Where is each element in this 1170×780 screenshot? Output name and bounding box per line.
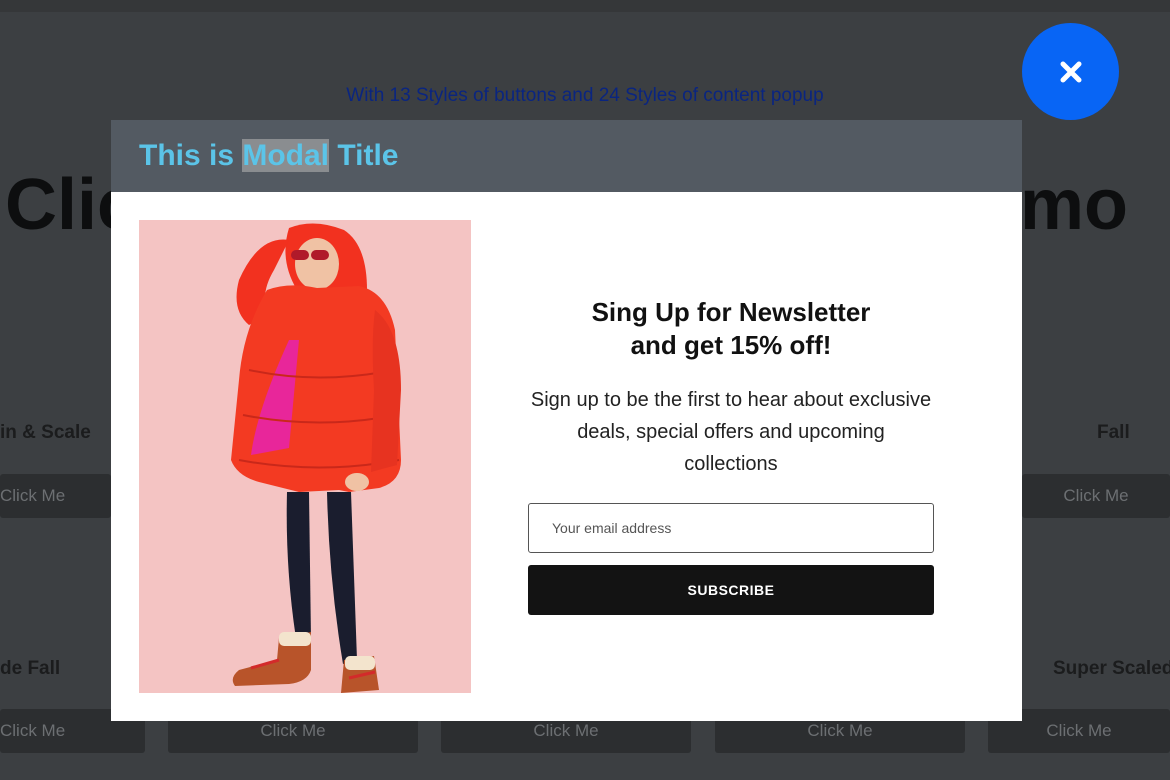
- modal-header: This is Modal Title: [111, 120, 1022, 192]
- modal-title-prefix: This is: [139, 139, 243, 172]
- newsletter-modal: This is Modal Title Sing Up for Newslett…: [111, 120, 1022, 721]
- background-click-button[interactable]: Click Me: [1022, 474, 1170, 518]
- newsletter-description: Sign up to be the first to hear about ex…: [530, 389, 932, 475]
- background-label-super-scaled: Super Scaled: [1053, 658, 1170, 679]
- modal-title-suffix: Title: [329, 139, 399, 172]
- heading-line-2: and get 15% off!: [630, 330, 832, 360]
- background-click-button[interactable]: Click Me: [0, 474, 111, 518]
- background-hero-right: mo: [1020, 165, 1128, 245]
- background-topbar: [0, 0, 1170, 12]
- modal-title: This is Modal Title: [139, 136, 399, 176]
- background-label-slide-fall: de Fall: [0, 658, 61, 679]
- subscribe-button[interactable]: SUBSCRIBE: [528, 565, 934, 615]
- woman-red-jacket-photo: [139, 220, 471, 693]
- close-button[interactable]: [1022, 23, 1119, 120]
- email-field[interactable]: [528, 503, 934, 553]
- background-label-fall: Fall: [1097, 422, 1130, 443]
- heading-line-1: Sing Up for Newsletter: [591, 297, 871, 327]
- background-subtitle: With 13 Styles of buttons and 24 Styles …: [346, 85, 824, 106]
- modal-title-highlight: Modal: [242, 139, 330, 172]
- close-icon: [1060, 61, 1081, 82]
- background-label-scale: in & Scale: [0, 422, 91, 443]
- newsletter-content: Sing Up for Newsletter and get 15% off! S…: [528, 296, 934, 480]
- newsletter-heading: Sing Up for Newsletter and get 15% off!: [528, 296, 934, 362]
